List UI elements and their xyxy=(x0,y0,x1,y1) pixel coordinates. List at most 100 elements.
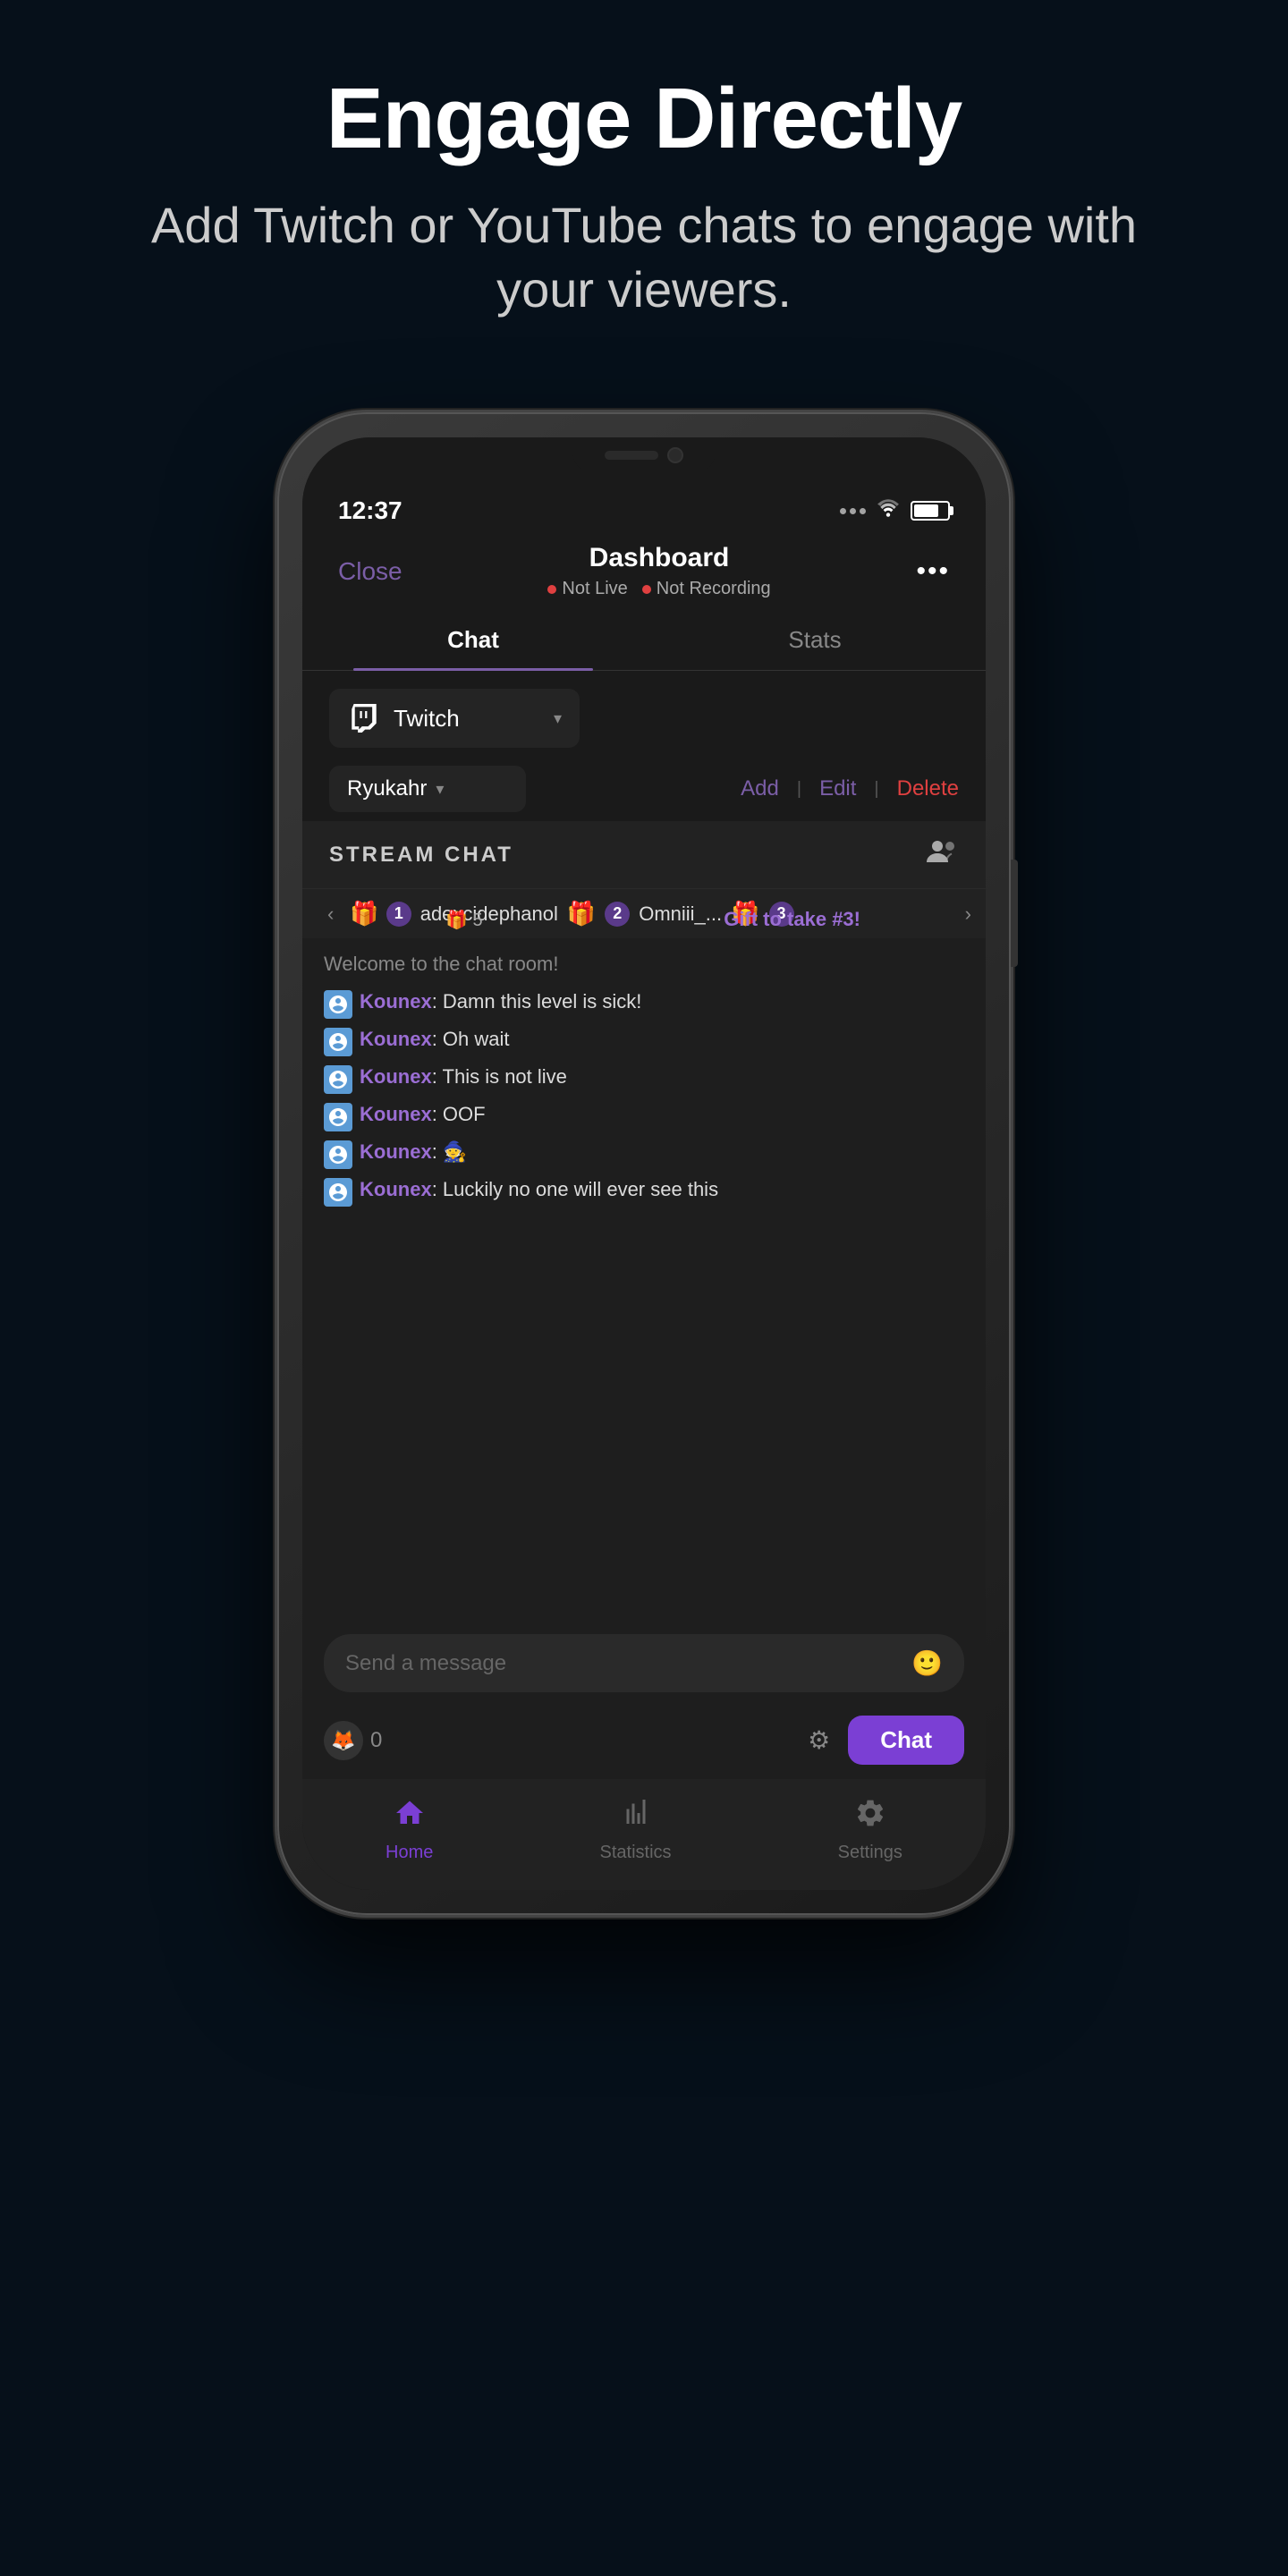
message-placeholder: Send a message xyxy=(345,1651,506,1676)
platform-selector: Twitch ▾ xyxy=(302,671,986,757)
message-input-box[interactable]: Send a message 🙂 xyxy=(324,1634,964,1692)
wifi-icon xyxy=(877,499,900,522)
gift-badge-2: 2 xyxy=(605,902,630,927)
point-count: 0 xyxy=(370,1728,382,1753)
recording-label: Not Recording xyxy=(657,579,771,599)
msg-username-3: Kounex xyxy=(360,1065,432,1088)
settings-icon xyxy=(854,1797,886,1837)
status-bar: 12:37 xyxy=(302,480,986,532)
tab-stats[interactable]: Stats xyxy=(644,610,986,670)
mic-bar xyxy=(605,451,658,460)
chat-messages: Welcome to the chat room! Kounex: Damn t… xyxy=(302,938,986,1620)
nav-title-group: Dashboard Not Live Not Recording xyxy=(547,543,770,599)
chat-send-button[interactable]: Chat xyxy=(848,1716,964,1765)
bottom-action-bar: 🦊 0 ⚙ Chat xyxy=(302,1707,986,1779)
msg-username-6: Kounex xyxy=(360,1178,432,1200)
gift-emoji-1: 🎁 xyxy=(350,900,378,928)
status-time: 12:37 xyxy=(338,496,402,525)
add-button[interactable]: Add xyxy=(741,776,779,801)
live-dot xyxy=(547,585,556,594)
channel-chevron-icon: ▾ xyxy=(436,780,444,799)
edit-button[interactable]: Edit xyxy=(819,776,856,801)
chat-message-4: Kounex: OOF xyxy=(324,1101,964,1131)
phone-mockup: 12:37 xyxy=(277,412,1011,1915)
bottom-nav: Home Statistics Se xyxy=(302,1779,986,1890)
stats-label: Statistics xyxy=(600,1843,672,1863)
gift-emoji-2: 🎁 xyxy=(567,900,596,928)
gift-take-label[interactable]: Gift to take #3! xyxy=(724,908,860,930)
msg-text-5: : 🧙 xyxy=(432,1140,468,1163)
nav-item-settings[interactable]: Settings xyxy=(838,1797,902,1863)
settings-gear-icon[interactable]: ⚙ xyxy=(808,1725,830,1755)
left-action-group: 🦊 0 xyxy=(324,1721,382,1760)
more-button[interactable]: ••• xyxy=(916,556,950,587)
chat-message-2: Kounex: Oh wait xyxy=(324,1026,964,1056)
camera-notch xyxy=(572,437,716,473)
nav-item-home[interactable]: Home xyxy=(386,1797,433,1863)
welcome-message: Welcome to the chat room! xyxy=(324,953,964,976)
right-action-group: ⚙ Chat xyxy=(808,1716,964,1765)
channel-name: Ryukahr xyxy=(347,776,427,801)
right-arrow-icon[interactable]: › xyxy=(965,902,971,926)
dashboard-title: Dashboard xyxy=(547,543,770,573)
platform-label: Twitch xyxy=(394,705,541,733)
user-badge-6 xyxy=(324,1178,352,1207)
status-icons xyxy=(840,499,950,522)
gift-user-2: Omniii_... xyxy=(639,902,722,926)
home-label: Home xyxy=(386,1843,433,1863)
platform-select-box[interactable]: Twitch ▾ xyxy=(329,689,580,748)
emoji-button[interactable]: 🙂 xyxy=(911,1648,943,1678)
user-badge-1 xyxy=(324,990,352,1019)
twitch-icon xyxy=(347,701,381,735)
msg-username-4: Kounex xyxy=(360,1103,432,1125)
chat-message-3: Kounex: This is not live xyxy=(324,1063,964,1094)
user-badge-3 xyxy=(324,1065,352,1094)
platform-chevron-icon: ▾ xyxy=(554,709,562,728)
nav-item-stats[interactable]: Statistics xyxy=(600,1797,672,1863)
gift-user-1: adexcidephanol xyxy=(420,902,558,926)
page-subtitle: Add Twitch or YouTube chats to engage wi… xyxy=(107,193,1181,324)
user-badge-4 xyxy=(324,1103,352,1131)
msg-text-4: : OOF xyxy=(432,1103,486,1125)
nav-header: Close Dashboard Not Live Not Recording xyxy=(302,532,986,610)
tab-chat[interactable]: Chat xyxy=(302,610,644,670)
app-content: Close Dashboard Not Live Not Recording xyxy=(302,532,986,1890)
msg-text-3: : This is not live xyxy=(432,1065,567,1088)
gift-badge-1: 1 xyxy=(386,902,411,927)
gift-count: 🎁 5 xyxy=(445,909,483,931)
msg-text-1: : Damn this level is sick! xyxy=(432,990,642,1013)
chat-message-5: Kounex: 🧙 xyxy=(324,1139,964,1169)
channel-select-box[interactable]: Ryukahr ▾ xyxy=(329,766,526,812)
channel-actions: Add | Edit | Delete xyxy=(741,776,959,801)
delete-button[interactable]: Delete xyxy=(897,776,959,801)
separator2: | xyxy=(874,779,878,800)
users-icon[interactable] xyxy=(927,839,959,870)
user-avatar: 🦊 xyxy=(324,1721,363,1760)
user-badge-2 xyxy=(324,1028,352,1056)
msg-username-1: Kounex xyxy=(360,990,432,1013)
home-icon xyxy=(394,1797,426,1837)
close-button[interactable]: Close xyxy=(338,557,402,586)
msg-username-2: Kounex xyxy=(360,1028,432,1050)
chat-message-6: Kounex: Luckily no one will ever see thi… xyxy=(324,1176,964,1207)
stats-icon xyxy=(620,1797,652,1837)
stream-chat-title: STREAM CHAT xyxy=(329,843,513,868)
page-title: Engage Directly xyxy=(107,72,1181,166)
chat-message-1: Kounex: Damn this level is sick! xyxy=(324,988,964,1019)
tabs-bar: Chat Stats xyxy=(302,610,986,671)
gift-banner: ‹ 🎁 1 adexcidephanol 🎁 2 Omniii_... 🎁 3 … xyxy=(302,888,986,938)
nav-status: Not Live Not Recording xyxy=(547,579,770,599)
msg-username-5: Kounex xyxy=(360,1140,432,1163)
recording-dot xyxy=(642,585,651,594)
live-status: Not Live xyxy=(547,579,627,599)
left-arrow-icon[interactable]: ‹ xyxy=(320,902,341,926)
battery-icon xyxy=(911,501,950,521)
recording-status: Not Recording xyxy=(642,579,771,599)
channel-row: Ryukahr ▾ Add | Edit | Delete xyxy=(302,757,986,821)
side-button xyxy=(1011,860,1018,967)
camera-dot xyxy=(667,447,683,463)
msg-text-6: : Luckily no one will ever see this xyxy=(432,1178,718,1200)
stream-chat-header: STREAM CHAT xyxy=(302,821,986,888)
separator: | xyxy=(797,779,801,800)
page-header: Engage Directly Add Twitch or YouTube ch… xyxy=(0,72,1288,323)
